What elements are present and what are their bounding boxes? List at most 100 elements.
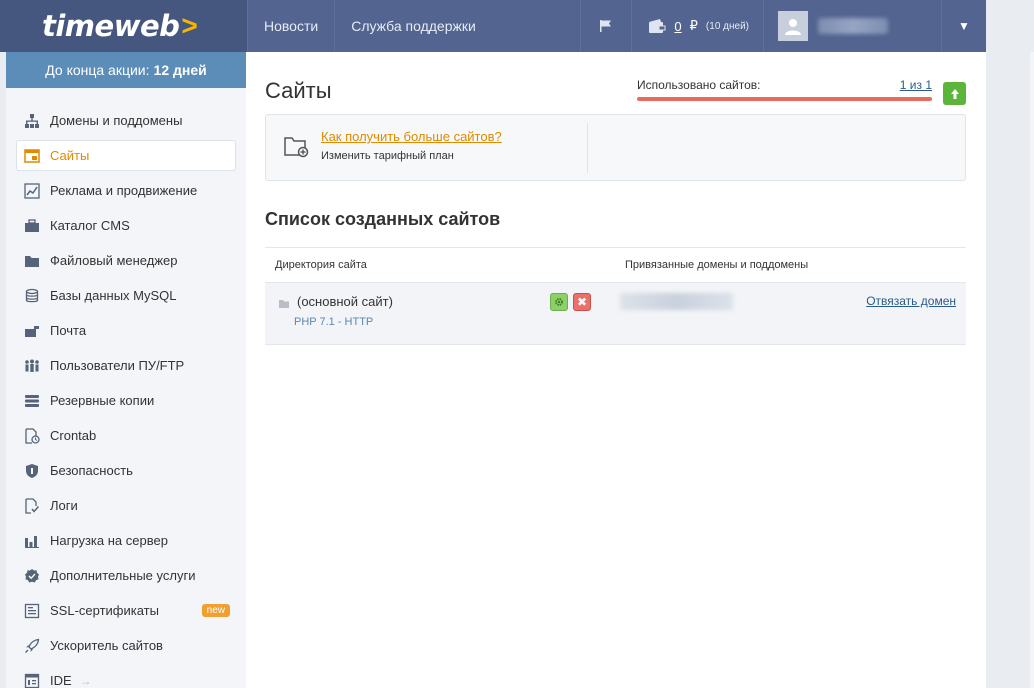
sidebar-item-accelerator[interactable]: Ускоритель сайтов: [6, 628, 246, 663]
sidebar-item-label: Базы данных MySQL: [50, 288, 177, 303]
sidebar: До конца акции: 12 дней Домены и поддоме…: [6, 52, 246, 688]
table-header: Директория сайта Привязанные домены и по…: [265, 247, 966, 283]
badge-icon: [24, 568, 40, 584]
sidebar-item-label: Почта: [50, 323, 87, 338]
sidebar-item-label: SSL-сертификаты: [50, 603, 159, 618]
avatar[interactable]: [778, 11, 808, 41]
sidebar-item-label: IDE: [50, 673, 72, 688]
crontab-icon: [24, 427, 40, 444]
arrow-up-icon: [950, 88, 959, 99]
backup-icon: [24, 393, 40, 409]
promo-days: 12 дней: [153, 62, 207, 78]
rocket-icon: [24, 638, 40, 654]
username-redacted: [818, 18, 888, 34]
logo-text: timeweb: [42, 9, 180, 43]
sidebar-item-label: Каталог CMS: [50, 218, 130, 233]
site-settings-button[interactable]: [550, 293, 568, 311]
balance-amount[interactable]: 0: [674, 19, 681, 34]
logo-arrow-icon: >: [181, 10, 198, 41]
sidebar-item-extra-services[interactable]: Дополнительные услуги: [6, 558, 246, 593]
site-name[interactable]: (основной сайт): [297, 294, 393, 309]
sidebar-item-label: Crontab: [50, 428, 97, 443]
balance-widget[interactable]: 0 ₽ (10 дней): [632, 0, 764, 52]
add-folder-icon: [284, 137, 309, 158]
sidebar-item-label: Файловый менеджер: [50, 253, 178, 268]
sidebar-item-label: Безопасность: [50, 463, 133, 478]
notifications-button[interactable]: [580, 0, 633, 52]
usage-label: Использовано сайтов:: [637, 78, 761, 92]
sidebar-item-ide[interactable]: IDE →: [6, 663, 246, 688]
promo-banner[interactable]: До конца акции: 12 дней: [6, 52, 246, 88]
sidebar-item-label: Логи: [50, 498, 78, 513]
sidebar-item-cms[interactable]: Каталог CMS: [6, 208, 246, 243]
gear-icon: [555, 298, 563, 306]
sidebar-item-crontab[interactable]: Crontab: [6, 418, 246, 453]
sidebar-item-label: Дополнительные услуги: [50, 568, 196, 583]
folder-icon: [279, 300, 289, 308]
cms-icon: [24, 218, 40, 234]
sidebar-item-domains[interactable]: Домены и поддомены: [6, 103, 246, 138]
sidebar-item-label: Домены и поддомены: [50, 113, 183, 128]
usage-progress-bar: [637, 97, 932, 101]
sites-icon: [24, 148, 40, 164]
change-plan-text: Изменить тарифный план: [321, 150, 454, 162]
sidebar-item-security[interactable]: Безопасность: [6, 453, 246, 488]
section-title: Список созданных сайтов: [265, 209, 501, 229]
user-dropdown-button[interactable]: ▼: [942, 0, 986, 52]
sidebar-item-logs[interactable]: Логи: [6, 488, 246, 523]
sidebar-item-server-load[interactable]: Нагрузка на сервер: [6, 523, 246, 558]
sidebar-item-ftp-users[interactable]: Пользователи ПУ/FTP: [6, 348, 246, 383]
logo[interactable]: timeweb >: [0, 0, 247, 52]
sidebar-item-backups[interactable]: Резервные копии: [6, 383, 246, 418]
info-divider: [587, 123, 588, 173]
site-php-version[interactable]: PHP 7.1 - HTTP: [294, 316, 373, 328]
users-icon: [24, 358, 40, 374]
logs-icon: [24, 497, 40, 514]
close-icon: ✖: [576, 295, 588, 309]
table-row: (основной сайт) PHP 7.1 - HTTP ✖ Отвязат…: [265, 283, 966, 345]
user-icon: [785, 19, 801, 35]
top-header: timeweb > Новости Служба поддержки 0 ₽ (…: [0, 0, 986, 52]
sidebar-item-label: Реклама и продвижение: [50, 183, 198, 198]
right-edge: [1030, 52, 1034, 688]
nav-news[interactable]: Новости: [247, 0, 336, 52]
nav-support[interactable]: Служба поддержки: [335, 0, 492, 52]
folder-icon: [24, 253, 40, 269]
database-icon: [24, 288, 40, 304]
sidebar-item-ssl[interactable]: SSL-сертификаты new: [6, 593, 246, 628]
balance-days: (10 дней): [705, 20, 749, 32]
page-title: Сайты: [265, 78, 332, 103]
bar-chart-icon: [24, 533, 40, 549]
user-menu[interactable]: [764, 0, 942, 52]
header-gutter: [986, 0, 1034, 52]
ide-icon: [24, 673, 40, 688]
certificate-icon: [24, 603, 40, 619]
sidebar-item-label: Ускоритель сайтов: [50, 638, 163, 653]
sidebar-item-label: Нагрузка на сервер: [50, 533, 168, 548]
sites-table: Директория сайта Привязанные домены и по…: [265, 247, 966, 345]
main-content: Сайты Использовано сайтов: 1 из 1 Как по…: [246, 52, 986, 688]
sidebar-item-mysql[interactable]: Базы данных MySQL: [6, 278, 246, 313]
unbind-domain-link[interactable]: Отвязать домен: [866, 294, 956, 308]
more-sites-info: Как получить больше сайтов? Изменить тар…: [265, 114, 966, 181]
chart-icon: [24, 182, 40, 199]
sidebar-item-file-manager[interactable]: Файловый менеджер: [6, 243, 246, 278]
upgrade-button[interactable]: [943, 82, 966, 105]
sidebar-item-mail[interactable]: Почта: [6, 313, 246, 348]
caret-down-icon: ▼: [958, 19, 970, 33]
site-delete-button[interactable]: ✖: [573, 293, 591, 311]
wallet-icon: [649, 19, 666, 33]
sidebar-item-label: Резервные копии: [50, 393, 155, 408]
new-badge: new: [201, 604, 230, 617]
sidebar-item-sites[interactable]: Сайты: [16, 140, 236, 171]
sidebar-menu: Домены и поддомены Сайты Реклама и продв…: [6, 88, 246, 688]
sidebar-item-ads[interactable]: Реклама и продвижение: [6, 173, 246, 208]
mail-icon: [24, 323, 40, 339]
shield-icon: [24, 463, 40, 479]
bound-domain-redacted: [620, 293, 733, 310]
usage-count[interactable]: 1 из 1: [900, 78, 932, 92]
more-sites-link[interactable]: Как получить больше сайтов?: [321, 129, 502, 144]
sites-usage: Использовано сайтов: 1 из 1: [637, 78, 932, 101]
column-header-directory: Директория сайта: [275, 259, 367, 271]
